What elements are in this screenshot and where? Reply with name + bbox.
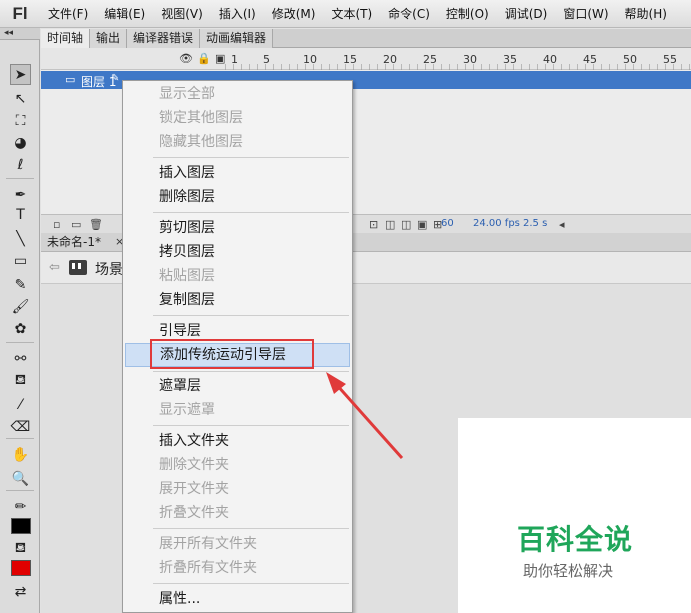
annotation-arrow-shaft: [334, 383, 404, 459]
annotation-arrow: [326, 372, 404, 459]
